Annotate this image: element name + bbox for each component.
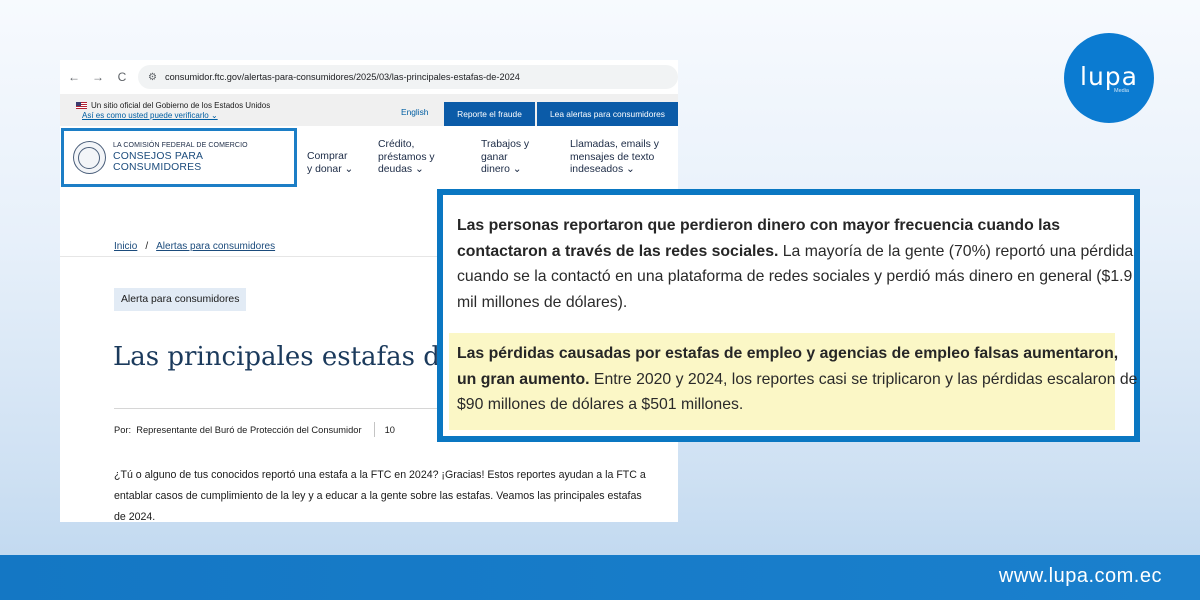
address-input[interactable]: ⚙ consumidor.ftc.gov/alertas-para-consum… <box>138 65 678 89</box>
category-tag[interactable]: Alerta para consumidores <box>114 288 247 311</box>
intro-paragraph: ¿Tú o alguno de tus conocidos reportó un… <box>114 469 646 522</box>
byline: Por: Representante del Buró de Protecció… <box>114 422 395 437</box>
callout-paragraph-social: Las personas reportaron que perdieron di… <box>457 213 1137 315</box>
back-arrow-icon[interactable]: ← <box>62 70 86 84</box>
english-link[interactable]: English <box>401 107 428 117</box>
reload-icon[interactable]: C <box>110 70 134 84</box>
author-name: Representante del Buró de Protección del… <box>136 425 362 435</box>
lupa-logo-word: lupa <box>1080 61 1138 91</box>
us-flag-icon <box>76 102 87 109</box>
verify-link[interactable]: Así es como usted puede verificarlo ⌄ <box>76 111 218 120</box>
ftc-logo-link[interactable]: LA COMISIÓN FEDERAL DE COMERCIO CONSEJOS… <box>61 128 297 187</box>
by-label: Por: <box>114 425 132 435</box>
logo-agency-name: LA COMISIÓN FEDERAL DE COMERCIO <box>112 142 248 149</box>
breadcrumb-home[interactable]: Inicio <box>114 241 137 252</box>
date-fragment: 10 <box>384 425 395 435</box>
forward-arrow-icon[interactable]: → <box>86 70 110 84</box>
gov-banner: Un sitio oficial del Gobierno de los Est… <box>60 94 678 126</box>
lupa-logo: lupa Media <box>1064 33 1154 123</box>
browser-toolbar: ← → C ⚙ consumidor.ftc.gov/alertas-para-… <box>60 60 678 94</box>
footer-url[interactable]: www.lupa.com.ec <box>999 565 1162 588</box>
breadcrumb-separator: / <box>145 241 149 252</box>
menu-credito[interactable]: Crédito, préstamos y deudas ⌄ <box>378 139 435 177</box>
gov-official-notice: Un sitio oficial del Gobierno de los Est… <box>76 101 270 121</box>
report-fraud-button[interactable]: Reporte el fraude <box>444 102 535 126</box>
byline-separator <box>373 422 375 437</box>
ftc-seal-icon <box>73 141 106 174</box>
breadcrumb-alerts[interactable]: Alertas para consumidores <box>156 241 275 252</box>
menu-trabajos[interactable]: Trabajos y ganar dinero ⌄ <box>481 139 529 177</box>
footer-bar: www.lupa.com.ec <box>0 555 1200 600</box>
url-text: consumidor.ftc.gov/alertas-para-consumid… <box>164 72 520 82</box>
breadcrumb: Inicio / Alertas para consumidores <box>114 241 275 252</box>
menu-comprar[interactable]: Comprar y donar ⌄ <box>307 151 353 176</box>
menu-llamadas[interactable]: Llamadas, emails y mensajes de texto ind… <box>570 139 659 177</box>
logo-site-name: CONSEJOS PARA CONSUMIDORES <box>112 151 203 173</box>
zoom-callout: Las personas reportaron que perdieron di… <box>437 189 1140 442</box>
lupa-logo-sub: Media <box>1114 88 1129 94</box>
read-alerts-button[interactable]: Lea alertas para consumidores <box>537 102 678 126</box>
site-settings-icon[interactable]: ⚙ <box>148 72 157 83</box>
callout-paragraph-employment: Las pérdidas causadas por estafas de emp… <box>457 341 1141 418</box>
page-title: Las principales estafas de <box>113 342 456 372</box>
